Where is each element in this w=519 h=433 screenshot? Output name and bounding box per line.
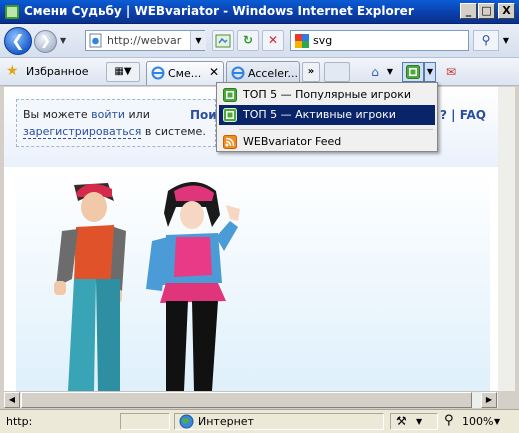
status-text: http: — [6, 415, 33, 428]
address-dropdown-icon[interactable]: ▼ — [190, 31, 206, 50]
close-tab-icon[interactable]: ✕ — [209, 65, 219, 79]
favorites-star-icon[interactable]: ★ — [6, 63, 19, 79]
tab-label: Acceler... — [248, 67, 298, 80]
menu-item-label: ТОП 5 — Популярные игроки — [243, 88, 412, 101]
status-bar: http: Интернет ⚒ ▼ ⚲ 100% ▼ — [0, 409, 519, 433]
refresh-icon[interactable]: ↻ — [237, 30, 259, 51]
login-link[interactable]: войти — [91, 108, 125, 121]
feeds-button[interactable] — [402, 62, 424, 82]
quick-tabs-button[interactable]: ▦▼ — [106, 62, 140, 82]
tab-list-button[interactable]: » — [302, 62, 320, 82]
girl-character — [146, 182, 240, 391]
login-box: Вы можете войти или зарегистрироваться в… — [16, 99, 216, 147]
maximize-button[interactable]: □ — [478, 3, 495, 19]
tab-smeni-sudbu[interactable]: Сме... ✕ — [146, 61, 224, 85]
security-dropdown-icon[interactable]: ▼ — [416, 417, 422, 426]
register-link[interactable]: зарегистрироваться — [23, 125, 142, 139]
tab-label: Сме... — [168, 67, 202, 80]
window-title: Смени Судьбу | WEBvariator - Windows Int… — [24, 4, 414, 18]
feeds-dropdown-menu: ТОП 5 — Популярные игроки ТОП 5 — Активн… — [216, 82, 438, 152]
boy-character — [54, 183, 126, 391]
register-text: в системе. — [141, 125, 206, 138]
home-icon[interactable]: ⌂ — [366, 62, 384, 82]
zoom-level[interactable]: 100% — [462, 415, 493, 428]
compatibility-view-icon[interactable] — [212, 30, 234, 51]
history-dropdown-icon[interactable]: ▼ — [60, 36, 66, 45]
compat-icon — [215, 34, 231, 48]
vertical-scrollbar-area — [498, 87, 515, 391]
back-arrow-icon: ❮ — [11, 31, 25, 50]
quick-tabs-icon: ▦▼ — [114, 66, 132, 77]
zoom-icon: ⚲ — [444, 413, 454, 428]
security-zone: Интернет — [198, 415, 254, 428]
search-input[interactable]: svg — [290, 30, 469, 51]
menu-item-top5-popular[interactable]: ТОП 5 — Популярные игроки — [219, 85, 435, 105]
scroll-right-icon[interactable]: ▶ — [481, 392, 497, 408]
feeds-dropdown-icon[interactable]: ▼ — [424, 62, 436, 82]
search-button[interactable]: ⚲ — [473, 30, 499, 51]
or-text: или — [125, 108, 150, 121]
horizontal-scrollbar[interactable]: ◀ ▶ — [4, 391, 498, 408]
menu-item-label: ТОП 5 — Активные игроки — [243, 108, 396, 121]
rss-icon-orange — [223, 135, 237, 149]
login-line: Вы можете войти или — [23, 108, 150, 121]
search-query: svg — [313, 34, 333, 47]
minimize-button[interactable]: _ — [460, 3, 477, 19]
menu-item-label: WEBvariator Feed — [243, 135, 342, 148]
menu-item-webvariator-feed[interactable]: WEBvariator Feed — [219, 132, 435, 152]
ie-tab-icon — [231, 66, 245, 80]
hero-illustration — [16, 171, 490, 391]
login-text: Вы можете — [23, 108, 92, 121]
menu-item-top5-active[interactable]: ТОП 5 — Активные игроки — [219, 105, 435, 125]
google-icon — [295, 34, 309, 48]
ie-window-icon — [5, 5, 19, 19]
status-pane — [120, 413, 170, 430]
rss-icon-green — [223, 88, 237, 102]
zoom-dropdown-icon[interactable]: ▼ — [494, 417, 500, 426]
address-url: http://webvar — [107, 34, 182, 47]
stop-icon[interactable]: ✕ — [262, 30, 284, 51]
search-options-icon[interactable]: ▼ — [500, 30, 512, 51]
nav-faq-link[interactable]: ? | FAQ — [440, 108, 486, 122]
address-field[interactable]: http://webvar — [85, 30, 205, 51]
new-tab-button[interactable] — [324, 62, 350, 82]
globe-icon — [179, 414, 194, 429]
home-dropdown-icon[interactable]: ▼ — [385, 62, 395, 82]
navigation-toolbar: ❮ ❯ ▼ http://webvar ▼ ↻ ✕ svg ⚲ ▼ — [0, 24, 519, 58]
characters-illustration — [54, 182, 240, 391]
favorites-button[interactable]: Избранное — [26, 65, 88, 78]
rss-icon-green — [223, 108, 237, 122]
lock-icon: ⚒ — [396, 414, 407, 428]
mail-icon[interactable]: ✉ — [442, 62, 460, 82]
magnifier-icon: ⚲ — [481, 33, 491, 47]
back-button[interactable]: ❮ — [4, 27, 32, 55]
scroll-left-icon[interactable]: ◀ — [4, 392, 20, 408]
menu-separator — [239, 129, 433, 130]
close-button[interactable]: X — [498, 3, 515, 19]
page-icon — [89, 33, 102, 48]
ie-tab-icon — [151, 66, 165, 80]
forward-button[interactable]: ❯ — [34, 30, 57, 53]
feed-icon — [406, 65, 420, 79]
forward-arrow-icon: ❯ — [40, 34, 51, 49]
register-line: зарегистрироваться в системе. — [23, 125, 206, 139]
title-bar: Смени Судьбу | WEBvariator - Windows Int… — [0, 0, 519, 24]
scroll-thumb[interactable] — [21, 392, 472, 408]
